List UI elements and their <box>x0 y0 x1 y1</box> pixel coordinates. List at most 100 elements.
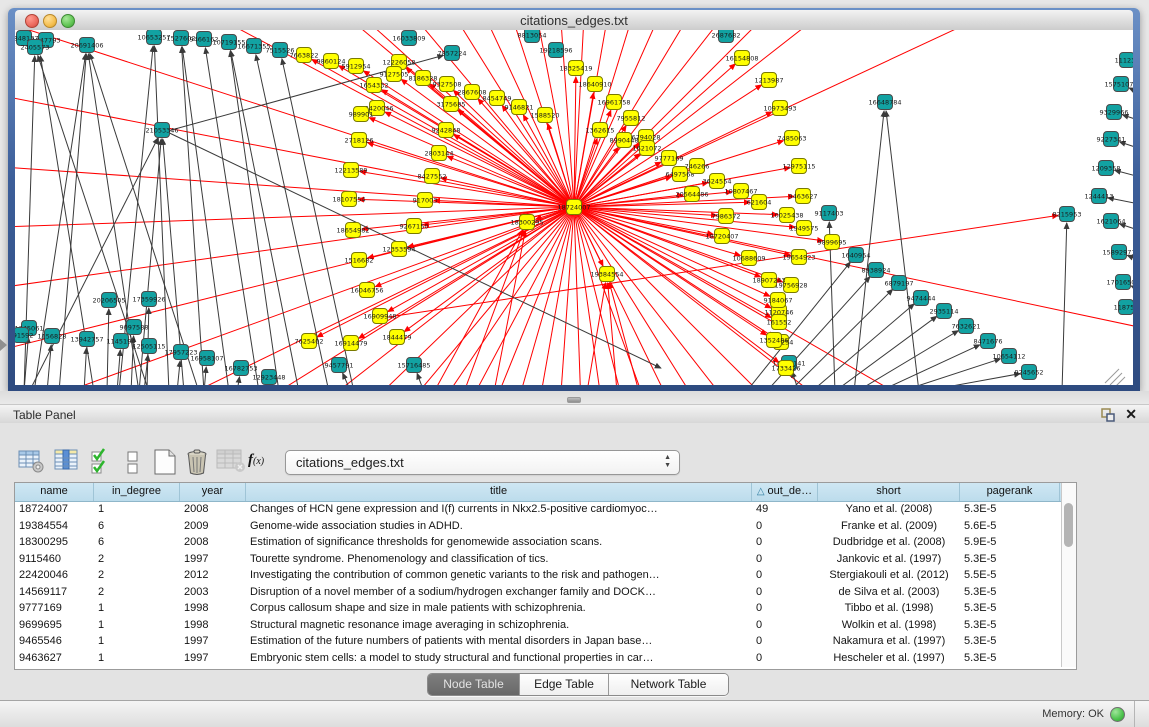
table-cell[interactable]: 0 <box>752 551 818 568</box>
table-cell[interactable]: 19384554 <box>15 518 94 535</box>
tab-node-table[interactable]: Node Table <box>428 674 520 695</box>
column-header-short[interactable]: short <box>818 483 960 501</box>
table-cell[interactable]: 1997 <box>180 551 246 568</box>
table-row[interactable]: 977716911998Corpus callosum shape and si… <box>15 600 1061 617</box>
table-cell[interactable]: 0 <box>752 617 818 634</box>
table-cell[interactable]: Stergiakouli et al. (2012) <box>818 567 960 584</box>
table-row[interactable]: 946362711997Embryonic stem cells: a mode… <box>15 650 1061 667</box>
table-row[interactable]: 1938455462009Genome-wide association stu… <box>15 518 1061 535</box>
table-cell[interactable]: Wolkin et al. (1998) <box>818 617 960 634</box>
table-cell[interactable]: de Silva et al. (2003) <box>818 584 960 601</box>
table-cell[interactable]: Corpus callosum shape and size in male p… <box>246 600 752 617</box>
table-cell[interactable]: 2009 <box>180 518 246 535</box>
table-cell[interactable]: 0 <box>752 650 818 667</box>
table-cell[interactable]: 1998 <box>180 617 246 634</box>
column-header-title[interactable]: title <box>246 483 752 501</box>
table-cell[interactable]: Hescheler et al. (1997) <box>818 650 960 667</box>
table-cell[interactable]: 2008 <box>180 501 246 518</box>
table-row[interactable]: 946554611997Estimation of the future num… <box>15 633 1061 650</box>
table-cell[interactable]: Dudbridge et al. (2008) <box>818 534 960 551</box>
table-cell[interactable]: 9465546 <box>15 633 94 650</box>
table-cell[interactable]: 5.5E-5 <box>960 567 1060 584</box>
table-cell[interactable]: 0 <box>752 518 818 535</box>
table-cell[interactable]: Changes of HCN gene expression and I(f) … <box>246 501 752 518</box>
table-cell[interactable]: 5.3E-5 <box>960 600 1060 617</box>
scrollbar-thumb[interactable] <box>1064 503 1073 547</box>
table-cell[interactable]: Embryonic stem cells: a model to study s… <box>246 650 752 667</box>
table-cell[interactable]: 1 <box>94 600 180 617</box>
column-header-pagerank[interactable]: pagerank <box>960 483 1060 501</box>
column-header-year[interactable]: year <box>180 483 246 501</box>
table-cell[interactable]: 0 <box>752 633 818 650</box>
table-cell[interactable]: 5.3E-5 <box>960 584 1060 601</box>
table-cell[interactable]: 9777169 <box>15 600 94 617</box>
table-cell[interactable]: 5.3E-5 <box>960 633 1060 650</box>
new-document-icon[interactable] <box>152 448 182 478</box>
collapse-arrow-icon[interactable] <box>0 339 7 351</box>
table-cell[interactable]: 1997 <box>180 633 246 650</box>
table-row[interactable]: 911546021997Tourette syndrome. Phenomeno… <box>15 551 1061 568</box>
table-cell[interactable]: Jankovic et al. (1997) <box>818 551 960 568</box>
table-cell[interactable]: 5.3E-5 <box>960 617 1060 634</box>
table-cell[interactable]: Genome-wide association studies in ADHD. <box>246 518 752 535</box>
divider-handle-icon[interactable] <box>567 397 581 403</box>
table-row[interactable]: 969969511998Structural magnetic resonanc… <box>15 617 1061 634</box>
select-column-icon[interactable] <box>54 448 84 478</box>
table-cell[interactable]: 22420046 <box>15 567 94 584</box>
table-cell[interactable]: 5.3E-5 <box>960 650 1060 667</box>
table-cell[interactable]: 9115460 <box>15 551 94 568</box>
table-cell[interactable]: 1 <box>94 617 180 634</box>
table-cell[interactable]: 0 <box>752 600 818 617</box>
function-builder-icon[interactable]: f(x) <box>248 452 278 482</box>
table-cell[interactable]: 5.3E-5 <box>960 551 1060 568</box>
unselect-all-icon[interactable] <box>124 448 154 478</box>
table-cell[interactable]: Disruption of a novel member of a sodium… <box>246 584 752 601</box>
table-cell[interactable]: 6 <box>94 518 180 535</box>
table-cell[interactable]: 9699695 <box>15 617 94 634</box>
close-panel-icon[interactable]: ✕ <box>1125 406 1137 423</box>
table-cell[interactable]: 5.3E-5 <box>960 501 1060 518</box>
table-cell[interactable]: 0 <box>752 567 818 584</box>
delete-icon[interactable] <box>184 448 214 478</box>
table-cell[interactable]: Structural magnetic resonance image aver… <box>246 617 752 634</box>
table-row[interactable]: 1872400712008Changes of HCN gene express… <box>15 501 1061 518</box>
table-cell[interactable]: 18724007 <box>15 501 94 518</box>
table-cell[interactable]: 9463627 <box>15 650 94 667</box>
table-cell[interactable]: 0 <box>752 534 818 551</box>
column-header-in_degree[interactable]: in_degree <box>94 483 180 501</box>
table-cell[interactable]: Investigating the contribution of common… <box>246 567 752 584</box>
vertical-scrollbar[interactable] <box>1061 483 1076 667</box>
table-cell[interactable]: 2 <box>94 567 180 584</box>
table-cell[interactable]: 49 <box>752 501 818 518</box>
table-cell[interactable]: 1997 <box>180 650 246 667</box>
table-cell[interactable]: 2003 <box>180 584 246 601</box>
table-cell[interactable]: 18300295 <box>15 534 94 551</box>
table-cell[interactable]: 2012 <box>180 567 246 584</box>
table-cell[interactable]: 1 <box>94 501 180 518</box>
table-cell[interactable]: 1 <box>94 650 180 667</box>
table-cell[interactable]: Yano et al. (2008) <box>818 501 960 518</box>
table-cell[interactable]: Franke et al. (2009) <box>818 518 960 535</box>
table-row[interactable]: 1456911722003Disruption of a novel membe… <box>15 584 1061 601</box>
table-row[interactable]: 2242004622012Investigating the contribut… <box>15 567 1061 584</box>
float-panel-icon[interactable] <box>1101 408 1115 422</box>
table-row[interactable]: 1830029562008Estimation of significance … <box>15 534 1061 551</box>
table-cell[interactable]: Estimation of the future numbers of pati… <box>246 633 752 650</box>
network-canvas[interactable]: 1848137124779324055732069140610653257152… <box>15 30 1133 385</box>
select-all-icon[interactable] <box>90 448 120 478</box>
table-cell[interactable]: Nakamura et al. (1997) <box>818 633 960 650</box>
table-cell[interactable]: 1 <box>94 633 180 650</box>
table-cell[interactable]: Tourette syndrome. Phenomenology and cla… <box>246 551 752 568</box>
table-cell[interactable]: 0 <box>752 584 818 601</box>
table-cell[interactable]: 2008 <box>180 534 246 551</box>
table-cell[interactable]: Estimation of significance thresholds fo… <box>246 534 752 551</box>
table-selector[interactable]: citations_edges.txt ▲▼ <box>285 450 680 475</box>
column-header-out_de[interactable]: △out_de… <box>752 483 818 501</box>
table-cell[interactable]: Tibbo et al. (1998) <box>818 600 960 617</box>
table-cell[interactable]: 5.9E-5 <box>960 534 1060 551</box>
table-cell[interactable]: 14569117 <box>15 584 94 601</box>
table-settings-icon[interactable] <box>18 448 48 478</box>
table-cell[interactable]: 1998 <box>180 600 246 617</box>
table-cell[interactable]: 2 <box>94 551 180 568</box>
table-cell[interactable]: 6 <box>94 534 180 551</box>
